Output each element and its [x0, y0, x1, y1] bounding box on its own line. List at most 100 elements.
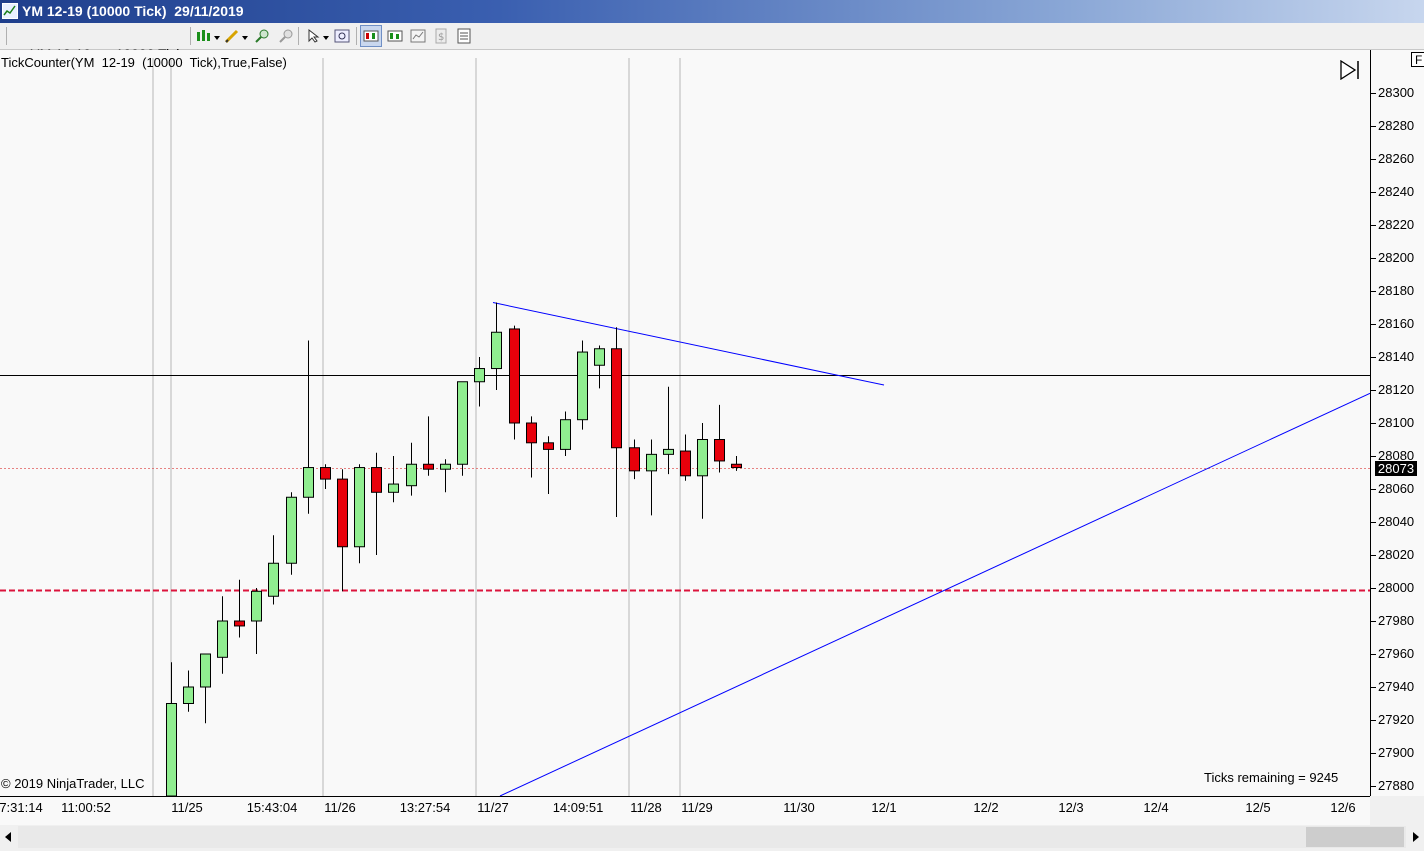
price-tick [1371, 423, 1376, 424]
candle-up [697, 439, 708, 477]
time-label: 12/1 [871, 800, 897, 815]
pointer-icon[interactable] [304, 26, 324, 46]
time-label: 12/2 [973, 800, 999, 815]
toolbar-separator [190, 27, 191, 45]
candle-down [680, 450, 691, 477]
time-label: 7:31:14 [0, 800, 43, 815]
indicator-label: TickCounter(YM 12-19 (10000 Tick),True,F… [1, 55, 287, 70]
time-axis[interactable]: 7:31:14 11:00:52 11/25 15:43:04 11/26 13:27:5… [0, 796, 1370, 825]
price-label: 28260 [1378, 151, 1415, 166]
price-label: 28140 [1378, 349, 1415, 364]
price-label: 28220 [1378, 217, 1415, 232]
scroll-left-button[interactable] [0, 826, 18, 848]
price-tick [1371, 456, 1376, 457]
price-tick [1371, 390, 1376, 391]
chevron-down-icon[interactable] [242, 36, 248, 40]
price-label: 28120 [1378, 382, 1415, 397]
scroll-right-button[interactable] [1406, 826, 1424, 848]
properties-icon[interactable] [454, 26, 474, 46]
price-tick [1371, 159, 1376, 160]
candle-up [217, 620, 228, 658]
flag-label: F [1411, 52, 1424, 67]
zoom-in-icon[interactable] [252, 26, 272, 46]
price-label: 28180 [1378, 283, 1415, 298]
toolbar-separator [6, 27, 7, 45]
candle-up [286, 496, 297, 564]
price-tick [1371, 225, 1376, 226]
price-tick [1371, 654, 1376, 655]
candle-up [200, 653, 211, 688]
zoom-out-icon[interactable] [276, 26, 296, 46]
ticks-remaining-text: Ticks remaining = 9245 [1204, 770, 1339, 785]
chart-toolbar: YM 12-19 10000 Tick $ [0, 23, 1424, 62]
price-label: 28060 [1378, 481, 1415, 496]
time-label: 12/5 [1245, 800, 1271, 815]
title-bar: YM 12-19 (10000 Tick) 29/11/2019 [0, 0, 1424, 23]
chart-trader-icon[interactable] [360, 25, 382, 47]
window-title: YM 12-19 (10000 Tick) 29/11/2019 [22, 3, 244, 19]
dollar-icon[interactable]: $ [431, 26, 451, 46]
chart-panel[interactable]: TickCounter(YM 12-19 (10000 Tick),True,F… [0, 50, 1370, 796]
price-label: 28040 [1378, 514, 1415, 529]
horizontal-scrollbar[interactable] [0, 826, 1424, 848]
price-tick [1371, 753, 1376, 754]
candle-down [423, 463, 434, 470]
price-tick [1371, 621, 1376, 622]
candle-up [457, 381, 468, 465]
price-label: 27960 [1378, 646, 1415, 661]
time-label: 14:09:51 [552, 800, 604, 815]
toolbar-separator [356, 27, 357, 45]
price-label: 27980 [1378, 613, 1415, 628]
candle-up [491, 331, 502, 370]
price-label: 27900 [1378, 745, 1415, 760]
price-label: 28200 [1378, 250, 1415, 265]
copyright-text: © 2019 NinjaTrader, LLC [1, 776, 145, 791]
bar-style-icon[interactable] [194, 26, 214, 46]
candle-up [303, 467, 314, 498]
price-tick [1371, 126, 1376, 127]
scroll-to-end-icon[interactable] [1339, 60, 1361, 80]
instrument-selector[interactable]: YM 12-19 [15, 27, 104, 62]
candle-down [629, 447, 640, 472]
candle-down [234, 620, 245, 627]
chevron-down-icon[interactable] [323, 36, 329, 40]
magnifier-icon[interactable] [332, 26, 352, 46]
time-label: 12/6 [1330, 800, 1356, 815]
price-tick [1371, 291, 1376, 292]
drawing-pencil-icon[interactable] [222, 26, 242, 46]
price-tick [1371, 588, 1376, 589]
chevron-down-icon[interactable] [214, 36, 220, 40]
price-tick [1371, 93, 1376, 94]
candle-up [166, 703, 177, 796]
interval-selector[interactable]: 10000 Tick [100, 27, 196, 62]
candle-up [354, 467, 365, 548]
price-chart[interactable] [0, 50, 1370, 796]
time-label: 15:43:04 [246, 800, 298, 815]
price-axis[interactable]: F 28300 28280 28260 28240 28220 28200 28180 281… [1370, 50, 1424, 796]
candle-up [577, 351, 588, 421]
time-label: 11/29 [681, 800, 713, 815]
candle-up [594, 348, 605, 366]
time-label: 11/27 [477, 800, 509, 815]
strategies-icon[interactable] [385, 26, 405, 46]
time-label: 11:00:52 [61, 800, 111, 815]
price-tick [1371, 555, 1376, 556]
price-tick [1371, 258, 1376, 259]
scrollbar-thumb[interactable] [1306, 827, 1404, 847]
time-label: 13:27:54 [399, 800, 451, 815]
price-label: 28300 [1378, 85, 1415, 100]
time-label: 11/30 [783, 800, 815, 815]
price-label: 28240 [1378, 184, 1415, 199]
data-box-icon[interactable] [408, 26, 428, 46]
price-tick [1371, 357, 1376, 358]
price-tick [1371, 522, 1376, 523]
candle-down [320, 467, 331, 480]
candle-down [509, 328, 520, 424]
candle-down [526, 422, 537, 444]
candle-down [611, 348, 622, 449]
candle-up [560, 419, 571, 450]
price-label: 27920 [1378, 712, 1415, 727]
price-tick [1371, 786, 1376, 787]
candle-down [731, 463, 742, 469]
price-label: 28160 [1378, 316, 1415, 331]
